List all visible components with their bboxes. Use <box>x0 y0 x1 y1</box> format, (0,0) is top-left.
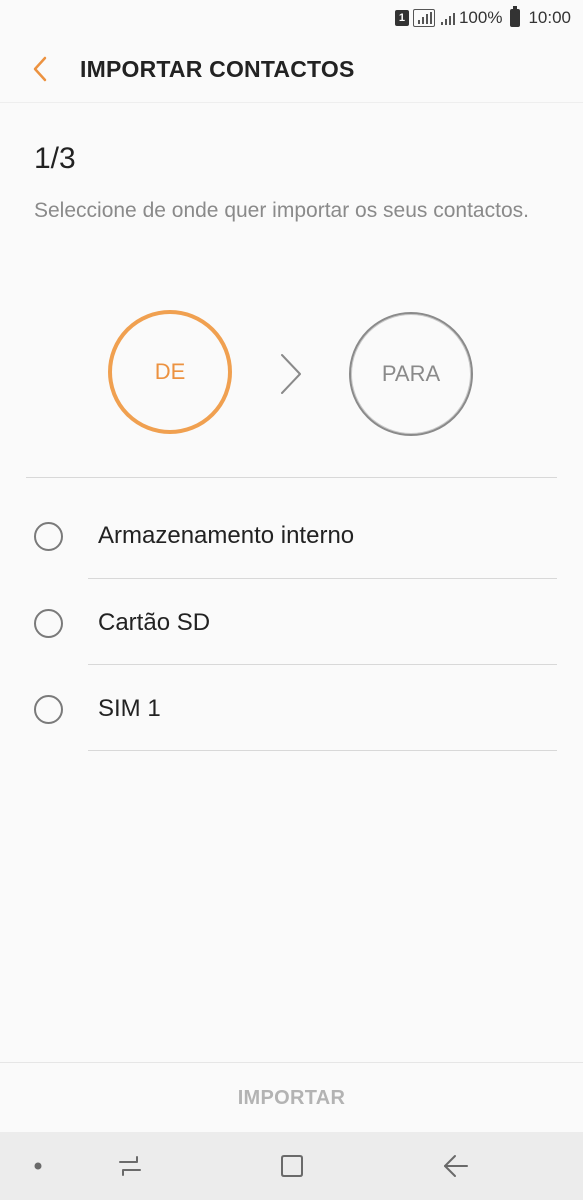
system-navigation-bar <box>0 1132 583 1200</box>
option-internal-storage[interactable]: Armazenamento interno <box>0 478 583 579</box>
chevron-right-icon <box>281 354 301 394</box>
option-label: Armazenamento interno <box>98 522 355 549</box>
back-icon[interactable] <box>436 1148 476 1184</box>
option-divider <box>88 750 557 751</box>
option-label: Cartão SD <box>98 609 211 636</box>
import-button[interactable]: IMPORTAR <box>238 1087 346 1110</box>
to-step-label: PARA <box>381 361 441 386</box>
signal-strength-icon <box>412 9 435 27</box>
chevron-left-icon <box>33 56 47 82</box>
battery-icon <box>510 6 521 27</box>
back-button[interactable] <box>10 39 70 99</box>
option-label: SIM 1 <box>98 695 161 722</box>
step-counter: 1/3 <box>34 142 76 175</box>
battery-percent: 100% <box>458 8 503 27</box>
secondary-signal-icon <box>439 10 455 26</box>
home-icon[interactable] <box>272 1148 312 1184</box>
page-title: IMPORTAR CONTACTOS <box>80 55 355 82</box>
radio-button[interactable] <box>34 609 63 638</box>
dot-icon[interactable] <box>18 1148 58 1184</box>
status-bar: 1 100% 10:00 <box>0 0 583 36</box>
radio-button[interactable] <box>34 522 63 551</box>
option-sd-card[interactable]: Cartão SD <box>0 579 583 665</box>
app-header: IMPORTAR CONTACTOS <box>0 36 583 103</box>
sim-badge-icon: 1 <box>394 10 409 26</box>
recent-apps-icon[interactable] <box>110 1148 150 1184</box>
source-options-list: Armazenamento interno Cartão SD SIM 1 <box>0 478 583 751</box>
bottom-action-bar: IMPORTAR <box>0 1062 583 1133</box>
radio-button[interactable] <box>34 695 63 724</box>
step-description: Seleccione de onde quer importar os seus… <box>34 199 529 222</box>
from-step-label: DE <box>154 359 186 384</box>
to-step-circle: PARA <box>349 312 473 436</box>
clock: 10:00 <box>528 8 571 27</box>
option-sim-1[interactable]: SIM 1 <box>0 665 583 751</box>
from-step-circle: DE <box>108 310 232 434</box>
